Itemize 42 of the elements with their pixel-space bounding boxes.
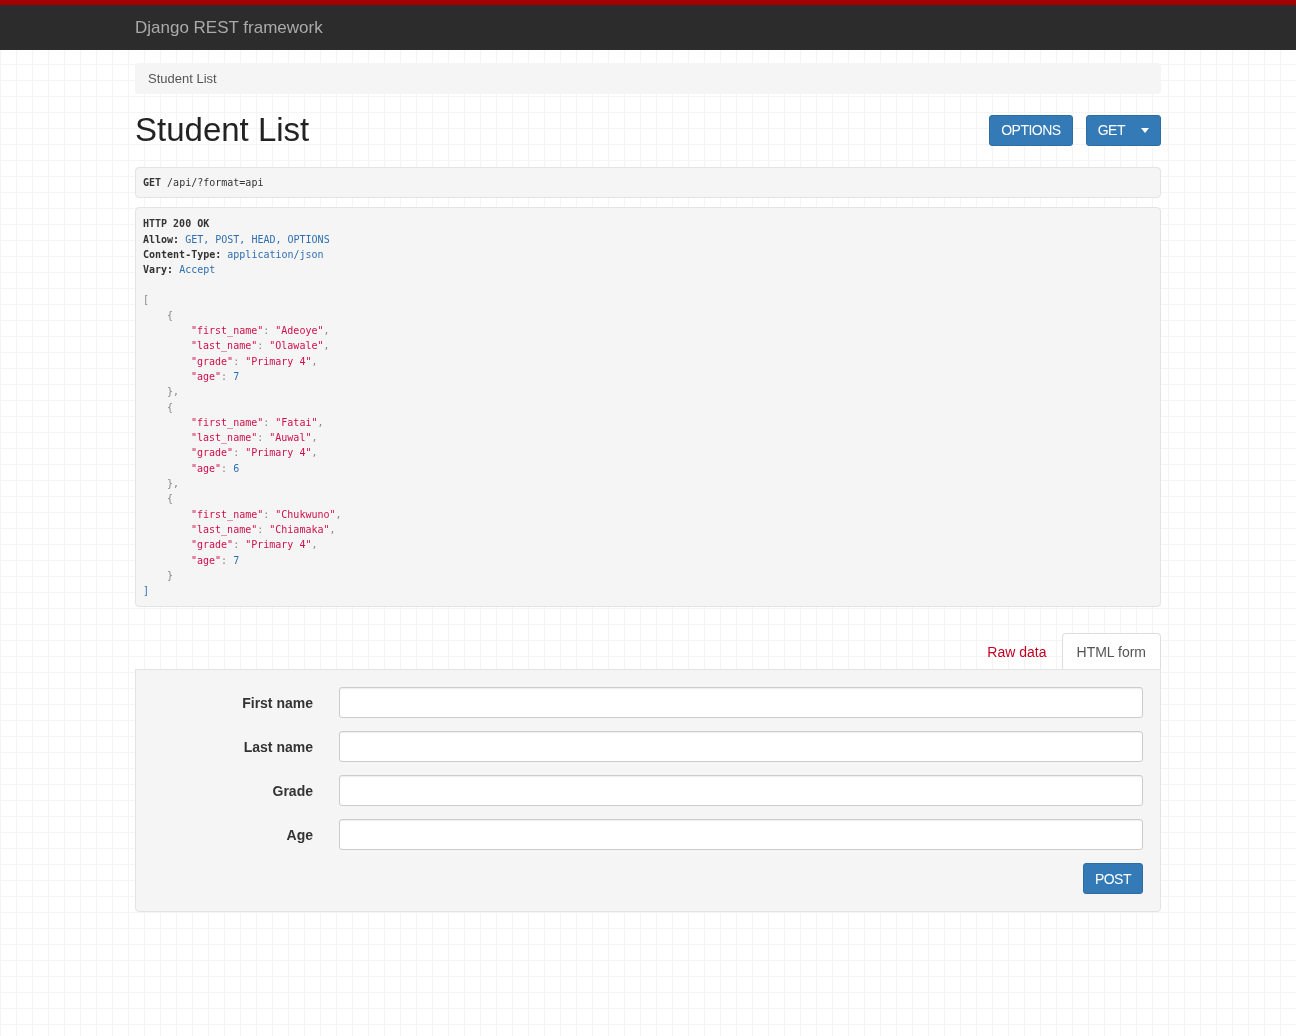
caret-icon [1141, 127, 1149, 133]
header-line: Vary: Accept [143, 263, 217, 278]
code-line: "age": 7 [191, 553, 241, 568]
code-line: "last_name": "Auwal", [191, 431, 319, 446]
field-label: Age [285, 826, 313, 843]
header-line: Content-Type: application/json [143, 247, 325, 262]
code-line: { [167, 400, 175, 415]
request-line: GET /api/?format=api [143, 176, 265, 190]
code-line: "last_name": "Chiamaka", [191, 522, 337, 538]
code-line: "last_name": "Olawale", [191, 339, 331, 354]
code-line: "grade": "Primary 4", [191, 446, 319, 461]
code-line: "first_name": "Chukwuno", [191, 507, 343, 522]
code-line: }, [167, 477, 181, 492]
code-line: ] [143, 584, 151, 599]
get-dropdown-button[interactable]: GET [1085, 114, 1161, 146]
code-line: { [167, 492, 175, 507]
status-line: HTTP 200 OK [143, 217, 211, 232]
header-line: Allow: GET, POST, HEAD, OPTIONS [143, 232, 331, 247]
code-line: "grade": "Primary 4", [191, 354, 319, 369]
field-label: First name [241, 694, 313, 711]
input-field[interactable] [339, 687, 1143, 719]
form-tab[interactable]: Raw data [972, 633, 1062, 670]
code-line: { [167, 308, 175, 323]
code-line: [ [143, 293, 151, 308]
form-tab[interactable]: HTML form [1061, 633, 1161, 670]
code-line: "age": 6 [191, 461, 241, 476]
code-line: "age": 7 [191, 369, 241, 384]
input-field[interactable] [339, 819, 1143, 851]
breadcrumb-item[interactable]: Student List [148, 71, 217, 86]
code-line: }, [167, 385, 181, 400]
input-field[interactable] [339, 731, 1143, 763]
options-button[interactable]: OPTIONS [989, 114, 1073, 146]
field-label: Grade [271, 782, 313, 799]
input-field[interactable] [339, 775, 1143, 807]
field-label: Last name [242, 738, 313, 755]
post-button[interactable]: POST [1082, 863, 1143, 895]
code-line: } [167, 568, 175, 583]
code-line: "first_name": "Adeoye", [191, 324, 331, 339]
code-line: "first_name": "Fatai", [191, 415, 325, 431]
page-title: Student List [135, 111, 310, 149]
brand-link[interactable]: Django REST framework [135, 17, 323, 37]
code-line: "grade": "Primary 4", [191, 538, 319, 553]
